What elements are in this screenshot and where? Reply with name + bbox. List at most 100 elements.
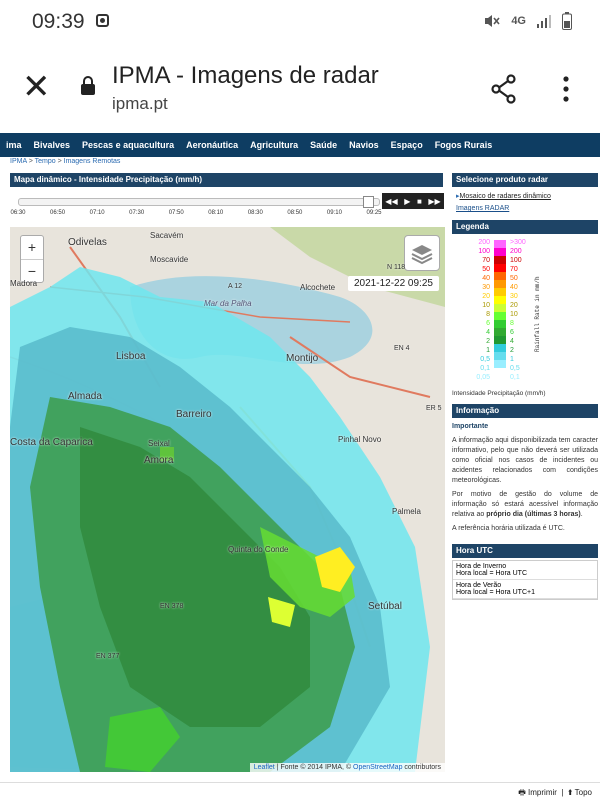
legend-value-right: 6 [510,329,514,336]
place-label: Montijo [286,353,319,364]
nav-item[interactable]: Saúde [304,133,343,157]
breadcrumb-imagens-remotas[interactable]: Imagens Remotas [64,158,121,165]
playback-controls: ◀◀ ▶ ■ ▶▶ [382,193,444,209]
signal-icon [537,15,551,28]
timeline-track[interactable] [18,198,380,206]
place-label: Seixal [148,439,170,448]
legend-value-left: 70 [482,257,490,264]
utc-winter: Hora de Inverno Hora local = Hora UTC [453,561,597,580]
osm-link[interactable]: OpenStreetMap [353,764,402,771]
info-panel: Importante A informação aqui disponibili… [452,422,598,534]
battery-icon [562,12,572,30]
zoom-in-button[interactable]: + [21,236,43,260]
map-canvas [10,227,445,772]
legend-swatch [494,240,506,248]
radar-map[interactable]: + − 2021-12-22 09:25 Odivelas Sacavém Mo… [10,227,445,772]
nav-item[interactable]: Navios [343,133,385,157]
legend-value-right: 2 [510,347,514,354]
page-domain[interactable]: ipma.pt [112,94,168,114]
timeline-tick: 07:10 [89,210,105,216]
place-label: Almada [68,391,102,402]
place-label: Palmela [392,507,421,516]
legend-value-left: 0,1 [480,365,490,372]
place-label: Quinta do Conde [228,545,289,554]
legend-value-right: 50 [510,275,518,282]
info-header: Informação [452,404,598,418]
place-label: Pinhal Novo [338,435,382,444]
place-label: Alcochete [300,283,336,292]
legend-value-right: 4 [510,338,514,345]
legend-value-left: 30 [482,284,490,291]
breadcrumb-ipma[interactable]: IPMA [10,158,27,165]
map-attribution: Leaflet | Fonte © 2014 IPMA, © OpenStree… [249,763,445,772]
nav-item[interactable]: Aeronáutica [180,133,244,157]
legend-swatch [494,360,506,368]
timeline-tick: 09:25 [366,210,382,216]
timeline-tick: 06:50 [50,210,66,216]
nav-item[interactable]: Fogos Rurais [429,133,499,157]
legend-colorbar [494,240,506,384]
top-link[interactable]: Topo [575,788,592,797]
legend-value-left: 2 [486,338,490,345]
timeline-tick: 07:30 [129,210,145,216]
more-options-icon[interactable] [562,76,570,102]
stop-icon[interactable]: ■ [417,197,422,206]
utc-summer: Hora de Verão Hora local = Hora UTC+1 [453,580,597,599]
timeline-tick: 09:10 [326,210,342,216]
color-legend: Rainfall Rate in mm/h Intensidade Precip… [452,234,598,404]
timeline-tick: 08:10 [208,210,224,216]
info-paragraph-3: A referência horária utilizada é UTC. [452,525,565,532]
network-type: 4G [511,15,526,27]
place-label: Costa da Caparica [10,437,93,448]
legend-swatch [494,328,506,336]
legend-swatch [494,264,506,272]
print-icon: 🖶 [518,788,526,797]
nav-item[interactable]: Bivalves [28,133,77,157]
road-label: ER 5 [426,405,442,412]
lock-icon [81,76,95,95]
print-link[interactable]: Imprimir [528,788,557,797]
legend-value-right: 200 [510,248,522,255]
page-footer: 🖶 Imprimir | ⬆ Topo [0,782,600,801]
legend-swatch [494,352,506,360]
nav-item[interactable]: ima [0,133,28,157]
sidebar: Selecione produto radar ▸Mosaico de rada… [452,173,598,600]
road-label: EN 377 [96,653,120,660]
utc-header: Hora UTC [452,544,598,558]
timeline-slider[interactable]: 06:30 06:50 07:10 07:30 07:50 08:10 08:30 08:50… [10,190,444,222]
nav-item[interactable]: Agricultura [244,133,304,157]
legend-value-left: 200 [478,239,490,246]
legend-header: Legenda [452,220,598,234]
legend-swatch [494,256,506,264]
legend-value-right: 8 [510,320,514,327]
mute-icon [485,15,500,27]
breadcrumb-tempo[interactable]: Tempo [35,158,56,165]
product-link-mosaic[interactable]: ▸Mosaico de radares dinâmico [456,192,598,200]
timeline-handle[interactable] [362,196,374,208]
layers-icon [411,245,433,265]
status-bar: 09:39 4G [0,0,600,46]
product-link-radar[interactable]: Imagens RADAR [456,205,598,212]
nav-item[interactable]: Espaço [385,133,429,157]
legend-swatch [494,312,506,320]
nav-item[interactable]: Pescas e aquacultura [76,133,180,157]
legend-caption: Intensidade Precipitação (mm/h) [452,390,546,397]
main-navigation: ima Bivalves Pescas e aquacultura Aeronáuti… [0,133,600,157]
legend-value-left: 6 [486,320,490,327]
legend-value-left: 50 [482,266,490,273]
layers-button[interactable] [404,235,440,271]
close-tab-button[interactable]: ✕ [22,70,51,104]
leaflet-link[interactable]: Leaflet [254,764,275,771]
legend-value-left: 0,5 [480,356,490,363]
place-label: Mar da Palha [204,299,252,308]
legend-swatch [494,272,506,280]
rewind-icon[interactable]: ◀◀ [385,197,397,206]
play-icon[interactable]: ▶ [404,197,410,206]
web-content: ima Bivalves Pescas e aquacultura Aeronáuti… [0,130,600,800]
info-paragraph-1: A informação aqui disponibilizada tem ca… [452,437,598,484]
timeline-tick: 06:30 [10,210,26,216]
share-icon[interactable] [490,74,518,104]
timeline-ticks: 06:30 06:50 07:10 07:30 07:50 08:10 08:30 08:50… [10,210,382,220]
fast-forward-icon[interactable]: ▶▶ [428,197,440,206]
legend-swatch [494,304,506,312]
